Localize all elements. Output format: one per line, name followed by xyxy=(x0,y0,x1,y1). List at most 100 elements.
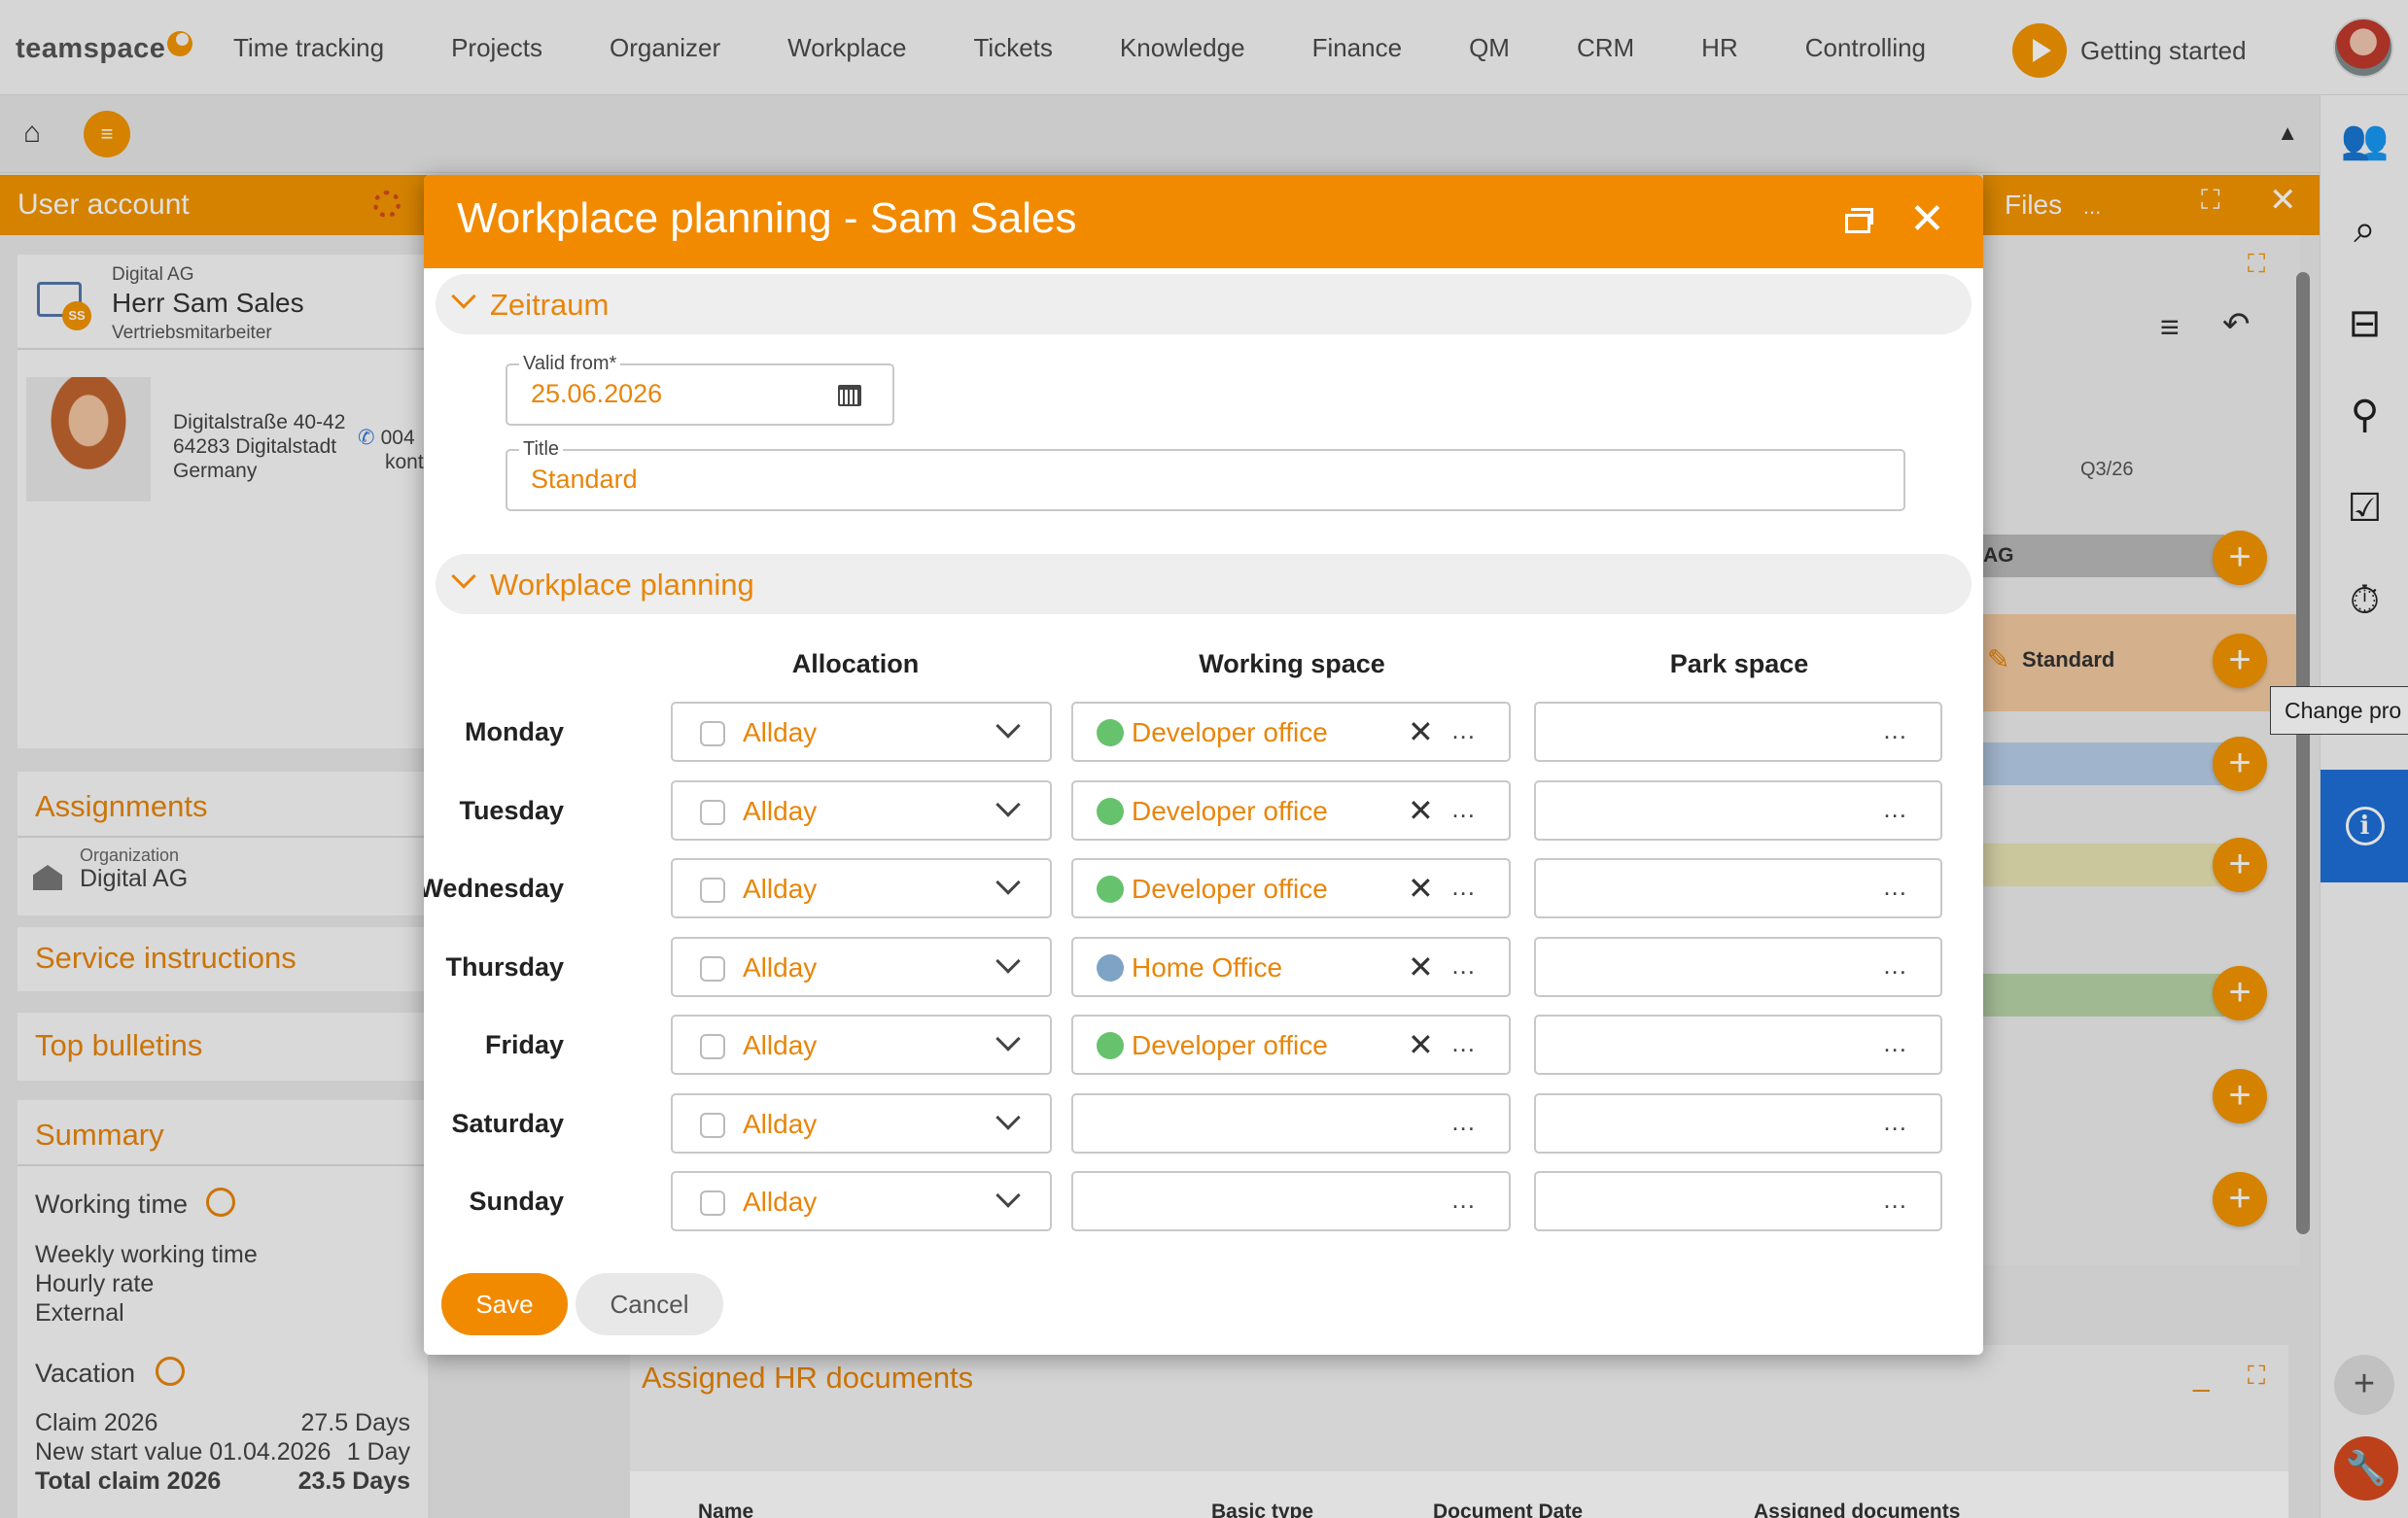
more-options-icon[interactable]: ... xyxy=(1451,1107,1476,1137)
park-space-field[interactable]: ... xyxy=(1534,1093,1942,1154)
col-allocation: Allocation xyxy=(791,649,920,678)
allocation-value: Allday xyxy=(743,1030,818,1060)
allocation-select[interactable]: Allday xyxy=(671,1093,1052,1154)
park-space-field[interactable]: ... xyxy=(1534,1015,1942,1075)
park-space-field[interactable]: ... xyxy=(1534,780,1942,841)
planning-section-header[interactable]: Workplace planning xyxy=(436,554,1972,614)
working-space-value: Developer office xyxy=(1132,874,1328,904)
allocation-checkbox[interactable] xyxy=(700,721,725,746)
allocation-select[interactable]: Allday xyxy=(671,1171,1052,1231)
valid-from-field[interactable]: Valid from* 25.06.2026 xyxy=(506,353,894,426)
day-label: Thursday xyxy=(445,952,564,982)
more-options-icon[interactable]: ... xyxy=(1883,950,1907,981)
working-space-value: Home Office xyxy=(1132,952,1283,983)
chevron-down-icon xyxy=(995,870,1021,895)
col-park-space: Park space xyxy=(1669,649,1809,678)
more-options-icon[interactable]: ... xyxy=(1883,872,1907,902)
allocation-checkbox[interactable] xyxy=(700,1034,725,1059)
dialog-title: Workplace planning - Sam Sales xyxy=(457,194,1077,242)
allocation-select[interactable]: Allday xyxy=(671,1015,1052,1075)
workplace-planning-dialog: Workplace planning - Sam Sales ✕ Zeitrau… xyxy=(424,175,1983,1355)
allocation-value: Allday xyxy=(743,796,818,826)
chevron-down-icon xyxy=(995,713,1021,739)
allocation-select[interactable]: Allday xyxy=(671,858,1052,918)
allocation-checkbox[interactable] xyxy=(700,1113,725,1138)
more-options-icon[interactable]: ... xyxy=(1451,1028,1476,1058)
clear-icon[interactable]: ✕ xyxy=(1408,713,1434,750)
day-label: Wednesday xyxy=(424,874,564,903)
day-label: Tuesday xyxy=(459,796,564,825)
park-space-field[interactable]: ... xyxy=(1534,858,1942,918)
allocation-select[interactable]: Allday xyxy=(671,780,1052,841)
park-space-field[interactable]: ... xyxy=(1534,1171,1942,1231)
more-options-icon[interactable]: ... xyxy=(1451,1185,1476,1215)
allocation-value: Allday xyxy=(743,952,818,983)
allocation-select[interactable]: Allday xyxy=(671,937,1052,997)
office-icon xyxy=(1097,1032,1124,1059)
working-space-field[interactable]: Developer office ✕... xyxy=(1071,1015,1511,1075)
valid-from-label: Valid from* xyxy=(519,353,621,375)
working-space-value: Developer office xyxy=(1132,717,1328,747)
more-options-icon[interactable]: ... xyxy=(1883,794,1907,824)
chevron-down-icon xyxy=(995,949,1021,974)
home-office-icon xyxy=(1097,954,1124,982)
period-section-header[interactable]: Zeitraum xyxy=(436,274,1972,334)
clear-icon[interactable]: ✕ xyxy=(1408,870,1434,907)
day-label: Saturday xyxy=(451,1109,564,1138)
chevron-down-icon xyxy=(995,1183,1021,1208)
more-options-icon[interactable]: ... xyxy=(1883,1185,1907,1215)
allocation-checkbox[interactable] xyxy=(700,878,725,903)
day-label: Sunday xyxy=(469,1187,564,1216)
day-label: Monday xyxy=(464,717,564,746)
title-label: Title xyxy=(519,438,564,461)
clear-icon[interactable]: ✕ xyxy=(1408,792,1434,829)
office-icon xyxy=(1097,719,1124,746)
working-space-value: Developer office xyxy=(1132,1030,1328,1060)
chevron-down-icon xyxy=(995,1105,1021,1130)
clear-icon[interactable]: ✕ xyxy=(1408,1026,1434,1063)
allocation-checkbox[interactable] xyxy=(700,956,725,982)
valid-from-value: 25.06.2026 xyxy=(531,379,663,408)
allocation-value: Allday xyxy=(743,1187,818,1217)
day-label: Friday xyxy=(484,1030,564,1059)
restore-window-icon[interactable] xyxy=(1845,208,1873,233)
working-space-field[interactable]: ... xyxy=(1071,1171,1511,1231)
allocation-value: Allday xyxy=(743,1109,818,1139)
working-space-field[interactable]: Developer office ✕... xyxy=(1071,702,1511,762)
chevron-down-icon xyxy=(451,284,476,309)
planning-section-title: Workplace planning xyxy=(490,568,754,602)
allocation-value: Allday xyxy=(743,874,818,904)
working-space-field[interactable]: Home Office ✕... xyxy=(1071,937,1511,997)
period-section-title: Zeitraum xyxy=(490,288,610,322)
save-button[interactable]: Save xyxy=(441,1273,568,1335)
allocation-checkbox[interactable] xyxy=(700,1190,725,1216)
allocation-value: Allday xyxy=(743,717,818,747)
more-options-icon[interactable]: ... xyxy=(1883,1107,1907,1137)
allocation-checkbox[interactable] xyxy=(700,800,725,825)
calendar-icon[interactable] xyxy=(838,385,861,406)
chevron-down-icon xyxy=(995,1026,1021,1052)
title-field[interactable]: Title Standard xyxy=(506,438,1905,511)
allocation-select[interactable]: Allday xyxy=(671,702,1052,762)
title-value: Standard xyxy=(531,465,638,494)
chevron-down-icon xyxy=(451,564,476,589)
park-space-field[interactable]: ... xyxy=(1534,702,1942,762)
more-options-icon[interactable]: ... xyxy=(1451,794,1476,824)
dialog-header: Workplace planning - Sam Sales ✕ xyxy=(424,175,1983,268)
more-options-icon[interactable]: ... xyxy=(1883,715,1907,745)
office-icon xyxy=(1097,798,1124,825)
more-options-icon[interactable]: ... xyxy=(1883,1028,1907,1058)
working-space-field[interactable]: ... xyxy=(1071,1093,1511,1154)
working-space-field[interactable]: Developer office ✕... xyxy=(1071,858,1511,918)
park-space-field[interactable]: ... xyxy=(1534,937,1942,997)
more-options-icon[interactable]: ... xyxy=(1451,715,1476,745)
close-icon[interactable]: ✕ xyxy=(1909,196,1945,243)
cancel-button[interactable]: Cancel xyxy=(576,1273,723,1335)
col-working-space: Working space xyxy=(1199,649,1385,678)
working-space-value: Developer office xyxy=(1132,796,1328,826)
more-options-icon[interactable]: ... xyxy=(1451,950,1476,981)
working-space-field[interactable]: Developer office ✕... xyxy=(1071,780,1511,841)
more-options-icon[interactable]: ... xyxy=(1451,872,1476,902)
clear-icon[interactable]: ✕ xyxy=(1408,949,1434,985)
office-icon xyxy=(1097,876,1124,903)
